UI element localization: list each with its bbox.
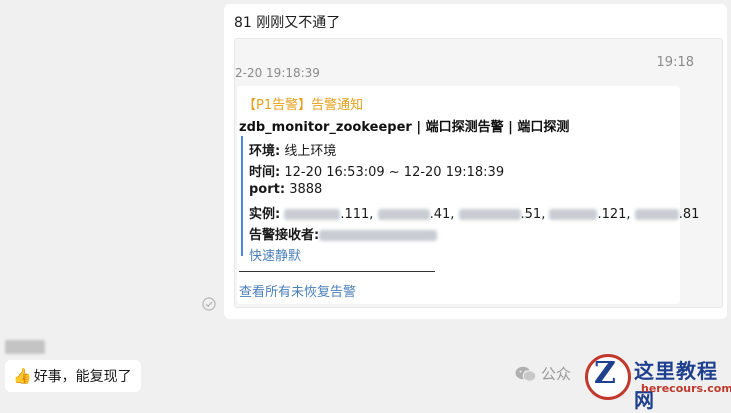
divider (239, 271, 435, 272)
view-unresolved-alerts-link[interactable]: 查看所有未恢复告警 (239, 281, 356, 300)
port-row: port: 3888 (249, 182, 322, 197)
logo-url: herecours.com (641, 382, 731, 395)
wechat-icon (515, 366, 537, 382)
port-value: 3888 (289, 182, 323, 197)
watermark-text: 公众 (541, 365, 572, 383)
instance-suffix: .111, (340, 207, 374, 222)
alert-level-tag: 【P1告警】告警通知 (243, 98, 364, 113)
alert-title: zdb_monitor_zookeeper | 端口探测告警 | 端口探测 (239, 120, 570, 135)
env-row: 环境: 线上环境 (249, 140, 336, 159)
instance-row: 实例: .111, .41, .51, .121, .81 (249, 203, 699, 222)
quote-time: 19:18 (656, 55, 694, 70)
time-label: 时间: (249, 165, 281, 180)
quoted-message[interactable]: 19:18 2-20 19:18:39 【P1告警】告警通知 zdb_monit… (234, 38, 723, 308)
instance-suffix: .121, (597, 207, 631, 222)
redacted-ip (284, 209, 341, 220)
time-row: 时间: 12-20 16:53:09 ~ 12-20 19:18:39 (249, 161, 504, 180)
env-label: 环境: (249, 144, 281, 159)
read-check-icon (202, 297, 216, 311)
redacted-receivers (319, 230, 438, 241)
time-value: 12-20 16:53:09 ~ 12-20 19:18:39 (284, 165, 505, 180)
redacted-ip (458, 209, 521, 220)
message-text: 81 刚刚又不通了 (234, 15, 341, 31)
redacted-ip (549, 209, 598, 220)
alert-message-bubble[interactable]: 81 刚刚又不通了 19:18 2-20 19:18:39 【P1告警】告警通知… (224, 4, 727, 319)
reply-message-bubble[interactable]: 👍 好事，能复现了 (5, 360, 141, 392)
redacted-ip (634, 209, 679, 220)
logo-z-icon: Z (594, 356, 616, 391)
quick-mute-link[interactable]: 快速静默 (249, 245, 301, 264)
thumbs-up-icon: 👍 (13, 367, 32, 385)
instance-suffix: .51, (520, 207, 546, 222)
redacted-ip (377, 209, 430, 220)
instance-label: 实例: (249, 207, 281, 222)
env-value: 线上环境 (284, 144, 337, 159)
reply-text: 好事，能复现了 (33, 369, 132, 385)
alert-details: 环境: 线上环境 时间: 12-20 16:53:09 ~ 12-20 19:1… (241, 136, 699, 264)
quote-timestamp: 2-20 19:18:39 (235, 66, 320, 80)
port-label: port: (249, 182, 286, 197)
receiver-row: 告警接收者: (249, 224, 438, 243)
site-logo: Z 这里教程网 herecours.com (585, 352, 731, 412)
instance-suffix: .41, (429, 207, 455, 222)
instance-suffix: .81 (678, 207, 700, 222)
sender-name-redacted (5, 340, 45, 354)
watermark: 公众 (515, 363, 571, 384)
alert-card[interactable]: 【P1告警】告警通知 zdb_monitor_zookeeper | 端口探测告… (237, 86, 699, 304)
receiver-label: 告警接收者: (249, 228, 320, 243)
